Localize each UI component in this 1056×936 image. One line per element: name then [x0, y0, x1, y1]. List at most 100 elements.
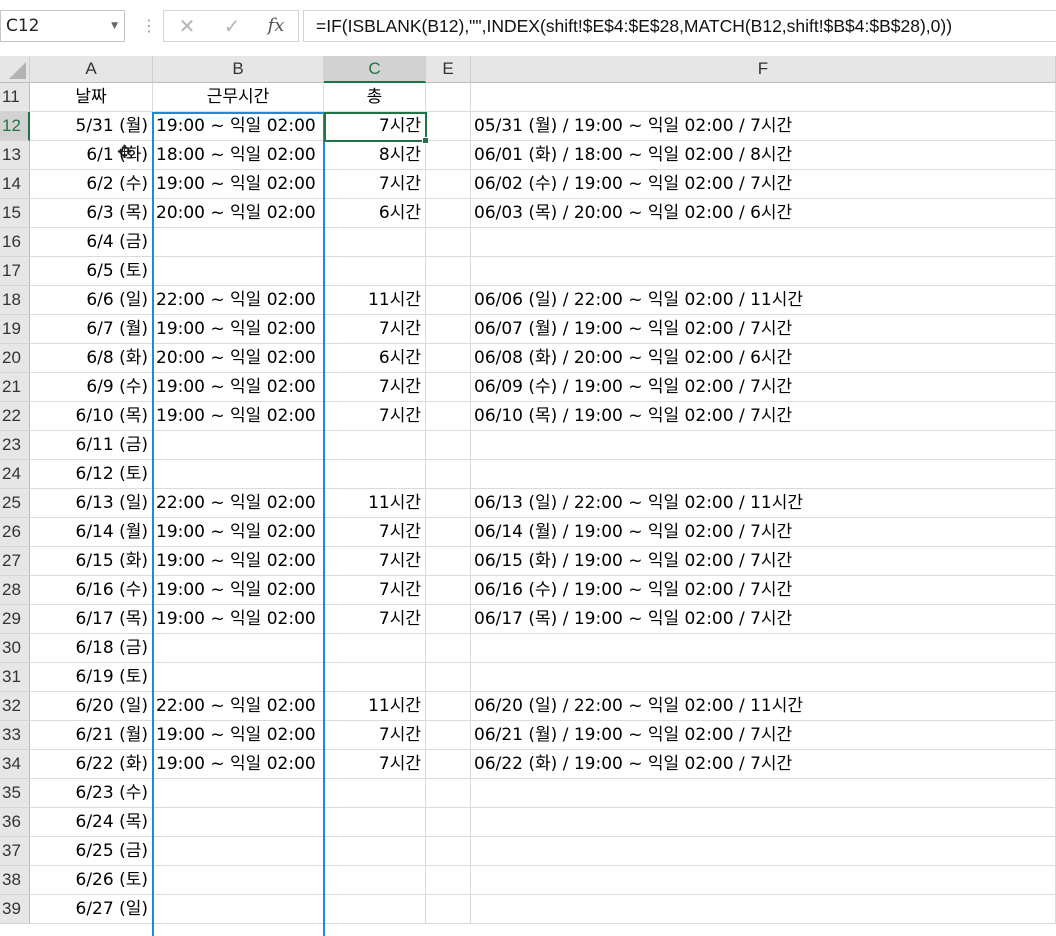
row-header[interactable]: 31 — [0, 663, 30, 692]
row-header[interactable]: 12 — [0, 112, 30, 141]
formula-input[interactable]: =IF(ISBLANK(B12),"",INDEX(shift!$E$4:$E$… — [303, 10, 1056, 42]
date-cell[interactable]: 6/6 (일) — [30, 286, 153, 315]
enter-check-icon[interactable]: ✓ — [215, 11, 249, 41]
column-header-e[interactable]: E — [426, 56, 471, 83]
date-cell[interactable]: 날짜 — [30, 83, 153, 112]
date-cell[interactable]: 6/26 (토) — [30, 866, 153, 895]
summary-cell[interactable] — [471, 228, 1056, 257]
shift-cell[interactable]: 19:00 ~ 익일 02:00 — [153, 547, 324, 576]
shift-cell[interactable] — [153, 866, 324, 895]
formula-bar-grip-icon[interactable]: ⋮ — [141, 12, 157, 40]
row-header[interactable]: 23 — [0, 431, 30, 460]
summary-cell[interactable] — [471, 663, 1056, 692]
row-header[interactable]: 34 — [0, 750, 30, 779]
chevron-down-icon[interactable]: ▼ — [111, 11, 118, 41]
total-cell[interactable]: 7시간 — [324, 576, 426, 605]
empty-cell[interactable] — [426, 634, 471, 663]
total-cell[interactable] — [324, 837, 426, 866]
shift-cell[interactable]: 20:00 ~ 익일 02:00 — [153, 199, 324, 228]
date-cell[interactable]: 6/11 (금) — [30, 431, 153, 460]
date-cell[interactable]: 6/16 (수) — [30, 576, 153, 605]
shift-cell[interactable] — [153, 431, 324, 460]
summary-cell[interactable]: 06/10 (목) / 19:00 ~ 익일 02:00 / 7시간 — [471, 402, 1056, 431]
shift-cell[interactable]: 근무시간 — [153, 83, 324, 112]
row-header[interactable]: 22 — [0, 402, 30, 431]
total-cell[interactable] — [324, 663, 426, 692]
summary-cell[interactable] — [471, 837, 1056, 866]
empty-cell[interactable] — [426, 576, 471, 605]
row-header[interactable]: 24 — [0, 460, 30, 489]
date-cell[interactable]: 6/27 (일) — [30, 895, 153, 924]
row-header[interactable]: 33 — [0, 721, 30, 750]
row-header[interactable]: 16 — [0, 228, 30, 257]
select-all-corner[interactable] — [0, 56, 30, 83]
date-cell[interactable]: 6/2 (수) — [30, 170, 153, 199]
date-cell[interactable]: 6/17 (목) — [30, 605, 153, 634]
shift-cell[interactable] — [153, 779, 324, 808]
total-cell[interactable] — [324, 257, 426, 286]
summary-cell[interactable]: 06/22 (화) / 19:00 ~ 익일 02:00 / 7시간 — [471, 750, 1056, 779]
total-cell[interactable] — [324, 866, 426, 895]
row-header[interactable]: 18 — [0, 286, 30, 315]
summary-cell[interactable]: 06/17 (목) / 19:00 ~ 익일 02:00 / 7시간 — [471, 605, 1056, 634]
empty-cell[interactable] — [426, 141, 471, 170]
total-cell[interactable]: 7시간 — [324, 750, 426, 779]
date-cell[interactable]: 6/20 (일) — [30, 692, 153, 721]
name-box[interactable]: C12 ▼ — [0, 10, 125, 42]
row-header[interactable]: 36 — [0, 808, 30, 837]
row-header[interactable]: 30 — [0, 634, 30, 663]
row-header[interactable]: 15 — [0, 199, 30, 228]
summary-cell[interactable]: 06/06 (일) / 22:00 ~ 익일 02:00 / 11시간 — [471, 286, 1056, 315]
row-header[interactable]: 11 — [0, 83, 30, 112]
row-header[interactable]: 37 — [0, 837, 30, 866]
empty-cell[interactable] — [426, 721, 471, 750]
row-header[interactable]: 20 — [0, 344, 30, 373]
summary-cell[interactable] — [471, 431, 1056, 460]
empty-cell[interactable] — [426, 779, 471, 808]
empty-cell[interactable] — [426, 373, 471, 402]
total-cell[interactable] — [324, 895, 426, 924]
total-cell[interactable] — [324, 431, 426, 460]
row-header[interactable]: 13 — [0, 141, 30, 170]
total-cell[interactable]: 7시간 — [324, 170, 426, 199]
shift-cell[interactable]: 19:00 ~ 익일 02:00 — [153, 576, 324, 605]
row-header[interactable]: 19 — [0, 315, 30, 344]
empty-cell[interactable] — [426, 547, 471, 576]
date-cell[interactable]: 6/8 (화) — [30, 344, 153, 373]
summary-cell[interactable]: 06/15 (화) / 19:00 ~ 익일 02:00 / 7시간 — [471, 547, 1056, 576]
shift-cell[interactable] — [153, 808, 324, 837]
empty-cell[interactable] — [426, 808, 471, 837]
summary-cell[interactable]: 06/21 (월) / 19:00 ~ 익일 02:00 / 7시간 — [471, 721, 1056, 750]
summary-cell[interactable] — [471, 866, 1056, 895]
row-header[interactable]: 29 — [0, 605, 30, 634]
total-cell[interactable]: 7시간 — [324, 721, 426, 750]
row-header[interactable]: 39 — [0, 895, 30, 924]
empty-cell[interactable] — [426, 460, 471, 489]
empty-cell[interactable] — [426, 257, 471, 286]
total-cell[interactable] — [324, 779, 426, 808]
shift-cell[interactable]: 19:00 ~ 익일 02:00 — [153, 170, 324, 199]
summary-cell[interactable]: 06/09 (수) / 19:00 ~ 익일 02:00 / 7시간 — [471, 373, 1056, 402]
summary-cell[interactable] — [471, 257, 1056, 286]
date-cell[interactable]: 6/10 (목) — [30, 402, 153, 431]
shift-cell[interactable]: 19:00 ~ 익일 02:00 — [153, 402, 324, 431]
empty-cell[interactable] — [426, 605, 471, 634]
shift-cell[interactable]: 19:00 ~ 익일 02:00 — [153, 112, 324, 141]
empty-cell[interactable] — [426, 489, 471, 518]
shift-cell[interactable]: 19:00 ~ 익일 02:00 — [153, 315, 324, 344]
total-cell[interactable]: 7시간 — [324, 547, 426, 576]
shift-cell[interactable] — [153, 895, 324, 924]
total-cell[interactable]: 6시간 — [324, 344, 426, 373]
insert-function-icon[interactable]: fx — [259, 11, 293, 41]
summary-cell[interactable]: 06/08 (화) / 20:00 ~ 익일 02:00 / 6시간 — [471, 344, 1056, 373]
total-cell[interactable]: 8시간 — [324, 141, 426, 170]
date-cell[interactable]: 6/9 (수) — [30, 373, 153, 402]
date-cell[interactable]: 6/1 (화) — [30, 141, 153, 170]
date-cell[interactable]: 6/14 (월) — [30, 518, 153, 547]
empty-cell[interactable] — [426, 83, 471, 112]
shift-cell[interactable]: 22:00 ~ 익일 02:00 — [153, 692, 324, 721]
summary-cell[interactable]: 06/16 (수) / 19:00 ~ 익일 02:00 / 7시간 — [471, 576, 1056, 605]
column-header-c[interactable]: C — [324, 56, 426, 83]
empty-cell[interactable] — [426, 692, 471, 721]
total-cell[interactable]: 7시간 — [324, 605, 426, 634]
